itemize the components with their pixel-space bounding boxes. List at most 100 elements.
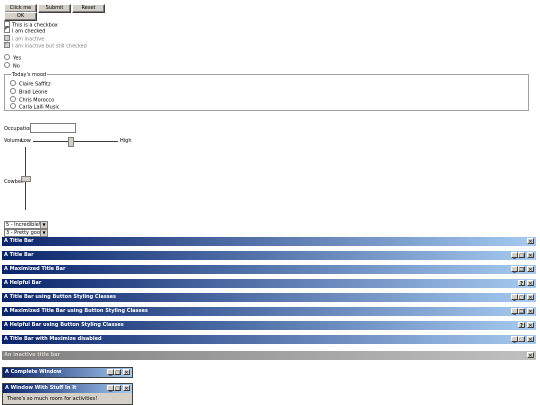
window-title: A Window With Stuff In It [5,385,77,391]
title-bar-text: A Title Bar with Maximize disabled [4,336,102,342]
checkbox-row[interactable]: I am checked [4,25,46,35]
radio-button[interactable] [10,88,16,94]
ok-button[interactable]: OK [4,12,37,21]
volume-low-label: Low [21,138,31,144]
chevron-down-icon: ▼ [40,222,47,228]
close-icon[interactable]: ✕ [527,294,534,301]
rating-select-value: 3 - Pretty good [6,230,44,236]
title-bar-controls: ✕ [527,352,534,359]
title-bar-text: A Title Bar using Button Styling Classes [4,294,117,300]
title-bar-text: A Title Bar [4,252,34,258]
minimize-icon[interactable]: _ [511,266,518,273]
close-icon[interactable]: ✕ [123,369,130,376]
close-icon[interactable]: ✕ [123,385,130,392]
minimize-icon[interactable]: _ [511,336,518,343]
rating-select[interactable]: 3 - Pretty good ▼ [4,229,48,237]
rating-select-value: 5 - Incredible! [6,222,41,228]
window-controls: _ □ ✕ [107,369,130,376]
maximize-icon[interactable]: □ [114,369,121,376]
mood-option[interactable]: Chris Morocco [10,96,55,104]
close-icon[interactable]: ✕ [527,336,534,343]
checkbox-label: I am inactive [12,36,45,43]
complete-window: A Complete Window _ □ ✕ [2,367,133,378]
title-bar: An inactive title bar ✕ [2,351,536,360]
radio-yes[interactable]: Yes [4,54,22,62]
volume-slider-thumb[interactable] [68,137,74,147]
mood-option[interactable]: Claire Saffitz [10,80,51,88]
title-bar-controls: _ □ ✕ [511,294,534,301]
mood-fieldset: Today's mood Claire Saffitz Brad Leone C… [4,72,529,111]
window-title-bar: A Window With Stuff In It _ □ ✕ [3,384,132,393]
title-bar-controls: _ ❐ ✕ [511,308,534,315]
radio-label: No [13,63,20,70]
help-icon[interactable]: ? [518,280,525,287]
close-icon[interactable]: ✕ [527,280,534,287]
mood-option-label: Carla Lalli Music [19,104,60,111]
radio-no[interactable]: No [4,62,20,70]
checkbox-label: I am inactive but still checked [12,43,87,50]
title-bar: A Title Bar using Button Styling Classes… [2,293,536,302]
title-bar-controls: _ □ ✕ [511,336,534,343]
title-bar: A Maximized Title Bar _ ❐ ✕ [2,265,536,274]
close-icon[interactable]: ✕ [527,308,534,315]
title-bar-controls: ? ✕ [518,280,534,287]
checkbox-label: I am checked [12,28,46,35]
title-bar-controls: _ ❐ ✕ [511,266,534,273]
maximize-icon: □ [518,336,525,343]
mood-option[interactable]: Carla Lalli Music [10,103,60,111]
mood-option-label: Chris Morocco [19,97,55,104]
restore-icon[interactable]: ❐ [518,308,525,315]
title-bar: A Maximized Title Bar using Button Styli… [2,307,536,316]
restore-icon[interactable]: ❐ [518,266,525,273]
mood-option-label: Brad Leone [19,89,48,96]
radio-button[interactable] [4,62,10,68]
radio-button[interactable] [4,54,10,60]
window-controls: _ □ ✕ [107,385,130,392]
window-body-text: There's so much room for activities! [7,396,98,402]
checkbox [4,40,10,48]
close-icon[interactable]: ✕ [527,352,534,359]
radio-label: Yes [13,55,22,62]
submit-button[interactable]: Submit [38,4,71,13]
occupation-input[interactable] [30,123,76,133]
title-bar-text: A Maximized Title Bar [4,266,66,272]
maximize-icon[interactable]: □ [114,385,121,392]
mood-legend: Today's mood [11,72,48,78]
title-bar-text: A Helpful Bar using Button Styling Class… [4,322,124,328]
occupation-label: Occupation [4,126,33,132]
title-bar: A Title Bar ✕ [2,237,536,246]
minimize-icon[interactable]: _ [511,252,518,259]
reset-button[interactable]: Reset [72,4,105,13]
title-bar-controls: _ □ ✕ [511,252,534,259]
radio-button[interactable] [10,80,16,86]
checkbox-row: I am inactive but still checked [4,40,87,50]
minimize-icon[interactable]: _ [511,294,518,301]
checkbox-row: I am inactive [4,35,45,43]
minimize-icon[interactable]: _ [107,369,114,376]
close-icon[interactable]: ✕ [527,322,534,329]
minimize-icon[interactable]: _ [511,308,518,315]
window-title-bar: A Complete Window _ □ ✕ [3,368,132,377]
title-bar: A Helpful Bar? ✕ [2,279,536,288]
close-icon[interactable]: ✕ [527,252,534,259]
title-bar-text: A Helpful Bar [4,280,42,286]
radio-button[interactable] [10,96,16,102]
volume-high-label: High [120,138,132,144]
checkbox[interactable] [4,25,10,33]
close-icon[interactable]: ✕ [527,266,534,273]
title-bar: A Title Bar _ □ ✕ [2,251,536,260]
minimize-icon[interactable]: _ [107,385,114,392]
mood-option[interactable]: Brad Leone [10,88,48,96]
maximize-icon[interactable]: □ [518,294,525,301]
cowbell-slider-thumb[interactable] [21,176,31,182]
mood-option-label: Claire Saffitz [19,81,51,88]
help-icon[interactable]: ? [518,322,525,329]
close-icon[interactable]: ✕ [527,238,534,245]
rating-select[interactable]: 5 - Incredible! ▼ [4,221,48,229]
maximize-icon[interactable]: □ [518,252,525,259]
window-title: A Complete Window [5,369,62,375]
title-bar: A Title Bar with Maximize disabled _ □ ✕ [2,335,536,344]
volume-track [33,141,118,142]
radio-button[interactable] [10,103,16,109]
title-bar-text: A Maximized Title Bar using Button Styli… [4,308,148,314]
